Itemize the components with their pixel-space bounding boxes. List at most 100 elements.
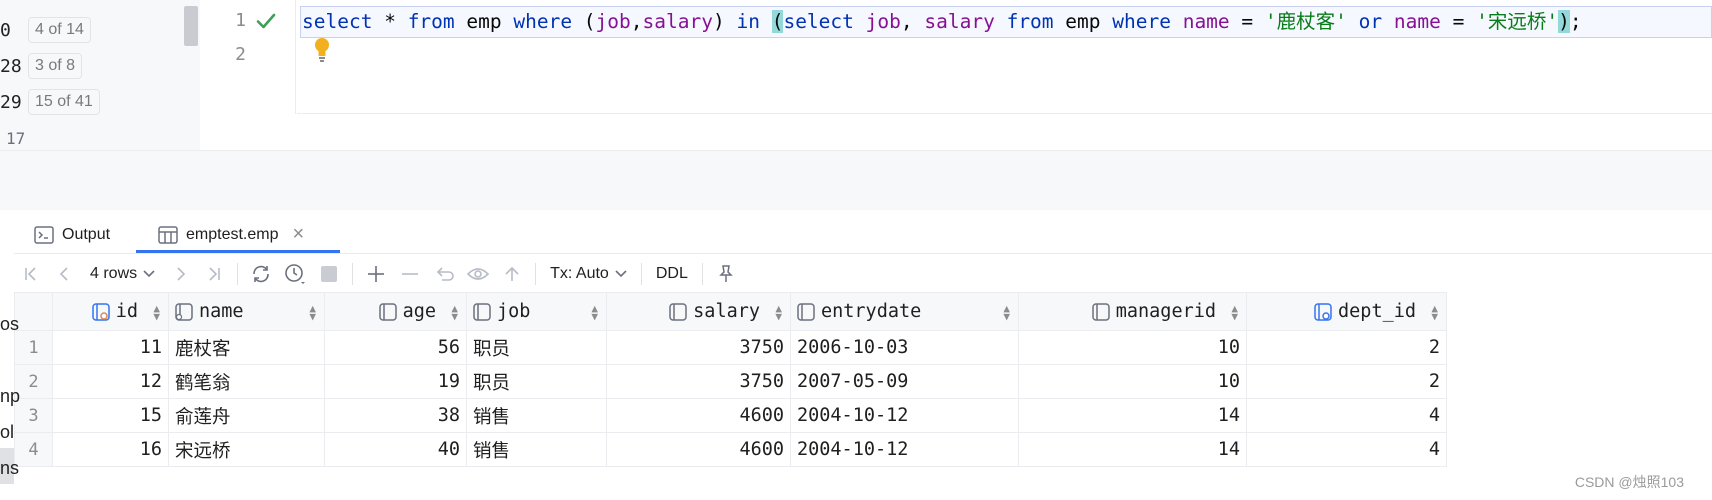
preview-changes-icon[interactable] bbox=[461, 259, 495, 289]
column-name: job bbox=[497, 301, 531, 322]
column-header-id[interactable]: id ▲ ▼ bbox=[52, 292, 169, 331]
clipped-sidebar-text: ol bbox=[0, 422, 15, 442]
column-header-age[interactable]: age ▲ ▼ bbox=[324, 292, 467, 331]
rows-dropdown[interactable]: 4 rows bbox=[82, 265, 163, 283]
sort-icon[interactable]: ▲ ▼ bbox=[309, 303, 316, 322]
tab-emptest-emp[interactable]: emptest.emp × bbox=[138, 216, 326, 253]
ddl-button[interactable]: DDL bbox=[648, 265, 696, 283]
cell-id[interactable]: 16 bbox=[52, 432, 169, 467]
refresh-icon[interactable] bbox=[244, 259, 278, 289]
cell-entrydate[interactable]: 2006-10-03 bbox=[790, 330, 1019, 365]
next-page-icon[interactable] bbox=[163, 259, 197, 289]
hint-row[interactable]: 28 3 of 8 bbox=[0, 48, 83, 84]
stop-icon[interactable] bbox=[312, 259, 346, 289]
cell-dept-id[interactable]: 2 bbox=[1246, 330, 1447, 365]
cell-managerid[interactable]: 10 bbox=[1018, 364, 1247, 399]
column-icon bbox=[378, 302, 397, 321]
cell-name[interactable]: 俞莲舟 bbox=[168, 398, 325, 433]
column-header-entrydate[interactable]: entrydate ▲ ▼ bbox=[790, 292, 1019, 331]
cell-age[interactable]: 40 bbox=[324, 432, 467, 467]
cell-managerid[interactable]: 10 bbox=[1018, 330, 1247, 365]
table-row[interactable]: 4 16 宋远桥 40 销售 4600 2004-10-12 14 4 bbox=[14, 432, 1447, 467]
cell-salary[interactable]: 3750 bbox=[606, 330, 791, 365]
revert-icon[interactable] bbox=[427, 259, 461, 289]
submit-icon[interactable] bbox=[495, 259, 529, 289]
editor-results-gap bbox=[0, 150, 1712, 210]
column-name: managerid bbox=[1115, 301, 1216, 322]
cell-salary[interactable]: 3750 bbox=[606, 364, 791, 399]
table-row[interactable]: 3 15 俞莲舟 38 销售 4600 2004-10-12 14 4 bbox=[14, 398, 1447, 433]
cell-name[interactable]: 宋远桥 bbox=[168, 432, 325, 467]
sort-icon[interactable]: ▲ ▼ bbox=[591, 303, 598, 322]
cell-dept-id[interactable]: 4 bbox=[1246, 432, 1447, 467]
cell-entrydate[interactable]: 2004-10-12 bbox=[790, 398, 1019, 433]
watermark: CSDN @烛照103 bbox=[1574, 474, 1684, 490]
tab-output[interactable]: Output bbox=[14, 216, 138, 253]
delete-row-icon[interactable] bbox=[393, 259, 427, 289]
column-header-job[interactable]: job ▲ ▼ bbox=[466, 292, 607, 331]
cell-managerid[interactable]: 14 bbox=[1018, 432, 1247, 467]
hint-row[interactable]: 29 15 of 41 bbox=[0, 84, 100, 120]
first-page-icon[interactable] bbox=[14, 259, 48, 289]
clock-icon[interactable] bbox=[278, 259, 312, 289]
row-number[interactable]: 2 bbox=[14, 364, 53, 399]
sort-icon[interactable]: ▲ ▼ bbox=[1431, 303, 1438, 322]
editor-gutter: 1 2 bbox=[200, 0, 296, 114]
column-header-name[interactable]: name ▲ ▼ bbox=[168, 292, 325, 331]
sort-icon[interactable]: ▲ ▼ bbox=[153, 303, 160, 322]
cell-job[interactable]: 职员 bbox=[466, 330, 607, 365]
cell-id[interactable]: 11 bbox=[52, 330, 169, 365]
row-number[interactable]: 3 bbox=[14, 398, 53, 433]
hint-number: 0 bbox=[0, 19, 11, 41]
column-header-managerid[interactable]: managerid ▲ ▼ bbox=[1018, 292, 1247, 331]
add-row-icon[interactable] bbox=[359, 259, 393, 289]
check-icon[interactable] bbox=[254, 9, 278, 33]
cell-entrydate[interactable]: 2007-05-09 bbox=[790, 364, 1019, 399]
sort-icon[interactable]: ▲ ▼ bbox=[1003, 303, 1010, 322]
sql-token: in bbox=[736, 10, 760, 33]
cell-age[interactable]: 38 bbox=[324, 398, 467, 433]
sql-statement[interactable]: select * from emp where (job,salary) in … bbox=[302, 8, 1582, 36]
close-icon[interactable]: × bbox=[292, 223, 304, 246]
row-number[interactable]: 1 bbox=[14, 330, 53, 365]
transaction-mode-dropdown[interactable]: Tx: Auto bbox=[542, 265, 635, 283]
cell-id[interactable]: 15 bbox=[52, 398, 169, 433]
cell-salary[interactable]: 4600 bbox=[606, 398, 791, 433]
cell-age[interactable]: 56 bbox=[324, 330, 467, 365]
cell-name[interactable]: 鹿杖客 bbox=[168, 330, 325, 365]
last-page-icon[interactable] bbox=[197, 259, 231, 289]
pin-icon[interactable] bbox=[709, 259, 743, 289]
sql-token: emp bbox=[1053, 10, 1113, 33]
cell-job[interactable]: 销售 bbox=[466, 398, 607, 433]
column-header-salary[interactable]: salary ▲ ▼ bbox=[606, 292, 791, 331]
sql-token: salary bbox=[642, 10, 713, 33]
cell-dept-id[interactable]: 4 bbox=[1246, 398, 1447, 433]
column-header-dept-id[interactable]: dept_id ▲ ▼ bbox=[1246, 292, 1447, 331]
sort-icon[interactable]: ▲ ▼ bbox=[775, 303, 782, 322]
panel-scrollbar[interactable] bbox=[184, 6, 198, 46]
cell-dept-id[interactable]: 2 bbox=[1246, 364, 1447, 399]
line-number: 1 bbox=[235, 10, 246, 31]
sql-token: = bbox=[1440, 10, 1477, 33]
ddl-label: DDL bbox=[655, 265, 688, 282]
cell-age[interactable]: 19 bbox=[324, 364, 467, 399]
cell-salary[interactable]: 4600 bbox=[606, 432, 791, 467]
table-row[interactable]: 1 11 鹿杖客 56 职员 3750 2006-10-03 10 2 bbox=[14, 330, 1447, 365]
sort-icon[interactable]: ▲ ▼ bbox=[451, 303, 458, 322]
structure-panel: 0 4 of 14 28 3 of 8 29 15 of 41 17 bbox=[0, 0, 200, 150]
lightbulb-icon[interactable] bbox=[312, 36, 332, 64]
row-number[interactable]: 4 bbox=[14, 432, 53, 467]
console-icon bbox=[34, 225, 54, 244]
cell-job[interactable]: 职员 bbox=[466, 364, 607, 399]
sql-token: ( bbox=[572, 10, 596, 33]
cell-name[interactable]: 鹤笔翁 bbox=[168, 364, 325, 399]
previous-page-icon[interactable] bbox=[48, 259, 82, 289]
cell-job[interactable]: 销售 bbox=[466, 432, 607, 467]
sort-icon[interactable]: ▲ ▼ bbox=[1231, 303, 1238, 322]
hint-row[interactable]: 0 4 of 14 bbox=[0, 12, 91, 48]
cell-id[interactable]: 12 bbox=[52, 364, 169, 399]
cell-managerid[interactable]: 14 bbox=[1018, 398, 1247, 433]
cell-entrydate[interactable]: 2004-10-12 bbox=[790, 432, 1019, 467]
table-row[interactable]: 2 12 鹤笔翁 19 职员 3750 2007-05-09 10 2 bbox=[14, 364, 1447, 399]
